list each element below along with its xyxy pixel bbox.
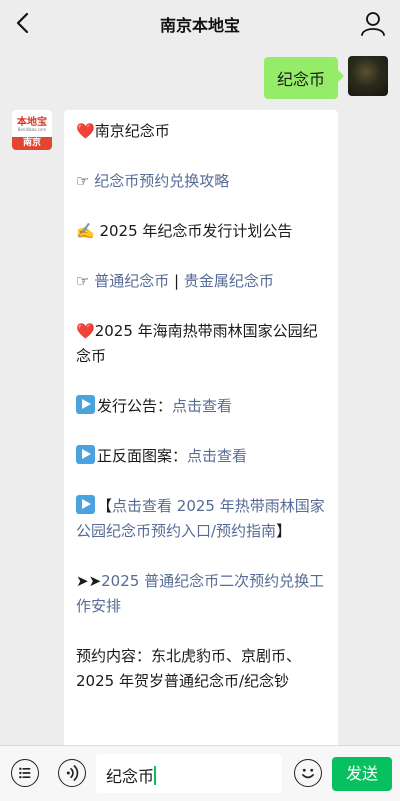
pointing-hand-icon: ☞ — [76, 272, 90, 290]
play-button-icon — [76, 395, 95, 414]
design-link[interactable]: 点击查看 — [187, 447, 247, 465]
second-round-line: ➤➤2025 普通纪念币二次预约兑换工作安排 — [76, 569, 326, 619]
separator: | — [174, 272, 180, 290]
outgoing-message: 纪念币 — [263, 56, 388, 99]
rainforest-title: 2025 年海南热带雨林国家公园纪念币 — [76, 322, 318, 365]
reserve-line: 【点击查看 2025 年热带雨林国家公园纪念币预约入口/预约指南】 — [76, 494, 326, 544]
design-line: 正反面图案：点击查看 — [76, 444, 326, 469]
outgoing-bubble[interactable]: 纪念币 — [263, 57, 345, 99]
notice-label: 发行公告： — [97, 397, 173, 415]
rainforest-line: ❤️2025 年海南热带雨林国家公园纪念币 — [76, 319, 326, 369]
account-avatar[interactable]: 本地宝 Bendibao.com 南京 — [12, 110, 52, 150]
play-button-icon — [76, 445, 95, 464]
content-text: 预约内容：东北虎豹币、京剧币、2025 年贺岁普通纪念币/纪念钞 — [76, 647, 302, 690]
user-avatar[interactable] — [348, 56, 388, 96]
guide-link[interactable]: 纪念币预约兑换攻略 — [94, 172, 229, 190]
message-input[interactable]: 纪念币 — [96, 754, 282, 793]
play-button-icon — [76, 495, 95, 514]
heart-icon: ❤️ — [76, 122, 95, 140]
smile-icon[interactable] — [294, 759, 322, 787]
pointing-hand-icon: ☞ — [76, 172, 90, 190]
message-input-value: 纪念币 — [106, 767, 155, 786]
input-bar: 纪念币 发送 — [0, 745, 400, 801]
page-title: 南京本地宝 — [159, 16, 240, 35]
second-round-link[interactable]: 2025 普通纪念币二次预约兑换工作安排 — [76, 572, 324, 615]
heart-icon: ❤️ — [76, 322, 95, 340]
top-bar: 南京本地宝 — [0, 0, 400, 46]
arrows-icon: ➤➤ — [76, 572, 102, 590]
logo-text: 本地宝 — [17, 117, 47, 128]
message-heading-line: ❤️南京纪念币 — [76, 119, 326, 144]
send-button[interactable]: 发送 — [332, 757, 392, 791]
person-icon[interactable] — [360, 10, 386, 36]
logo-city: 南京 — [12, 137, 52, 150]
plan-line: ✍️ 2025 年纪念币发行计划公告 — [76, 219, 326, 244]
precious-coin-link[interactable]: 贵金属纪念币 — [184, 272, 274, 290]
voice-icon[interactable] — [58, 759, 86, 787]
coin-type-line: ☞ 普通纪念币 | 贵金属纪念币 — [76, 269, 326, 294]
notice-link[interactable]: 点击查看 — [172, 397, 232, 415]
bracket-open: 【 — [97, 497, 113, 515]
incoming-bubble: ❤️南京纪念币 ☞ 纪念币预约兑换攻略 ✍️ 2025 年纪念币发行计划公告 ☞… — [64, 110, 338, 750]
message-heading: 南京纪念币 — [94, 122, 170, 140]
text-caret — [154, 766, 157, 785]
guide-line: ☞ 纪念币预约兑换攻略 — [76, 169, 326, 194]
plan-text: 2025 年纪念币发行计划公告 — [99, 222, 293, 240]
notice-line: 发行公告：点击查看 — [76, 394, 326, 419]
design-label: 正反面图案： — [97, 447, 188, 465]
writing-hand-icon: ✍️ — [76, 222, 95, 240]
bracket-close: 】 — [276, 522, 292, 540]
list-icon[interactable] — [11, 759, 39, 787]
content-line: 预约内容：东北虎豹币、京剧币、2025 年贺岁普通纪念币/纪念钞 — [76, 644, 326, 694]
logo-url: Bendibao.com — [17, 127, 47, 132]
normal-coin-link[interactable]: 普通纪念币 — [94, 272, 169, 290]
